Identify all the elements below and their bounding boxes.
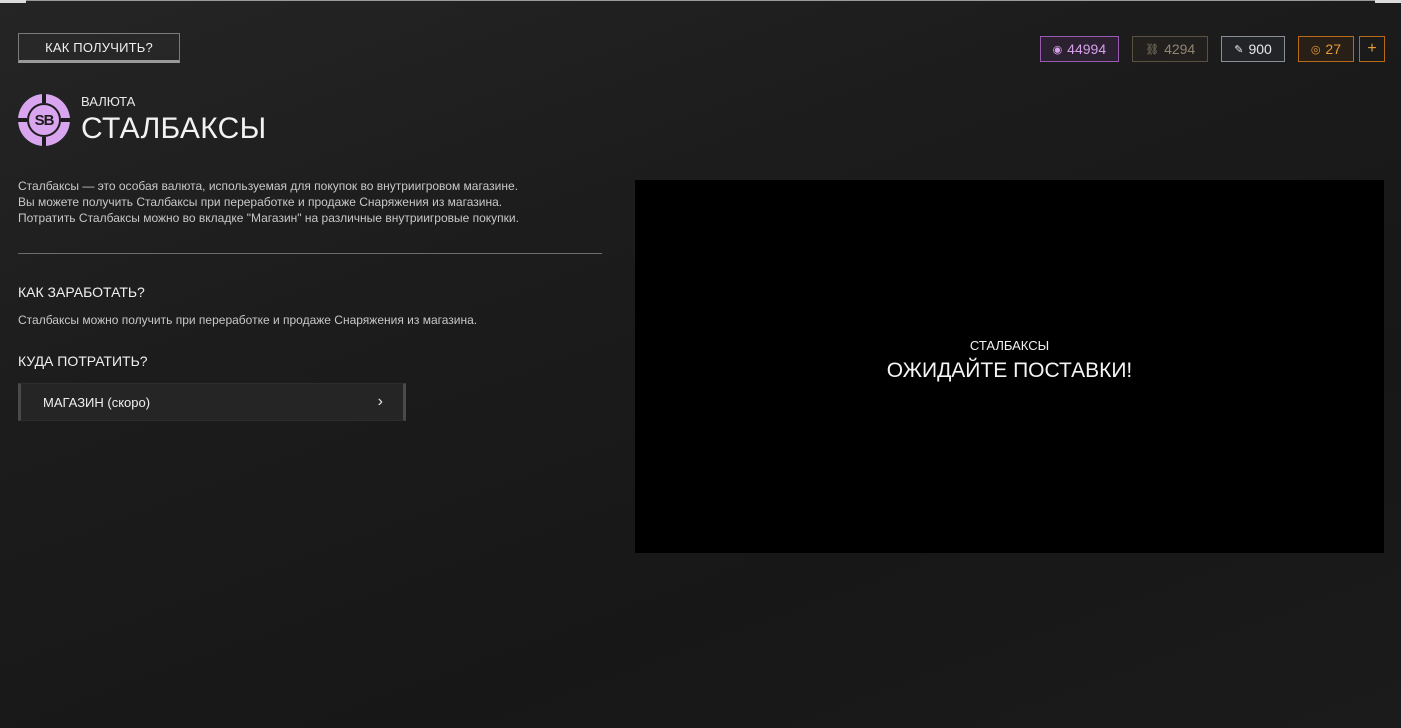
shop-link-label: МАГАЗИН (скоро) xyxy=(43,394,151,410)
currency-stalbucks-value: 44994 xyxy=(1067,41,1107,57)
top-frame-corner-left xyxy=(0,0,26,3)
description-line: Сталбаксы — это особая валюта, используе… xyxy=(18,179,518,193)
currency-tickets[interactable]: ✎ 900 xyxy=(1221,36,1285,62)
preview-subtitle: СТАЛБАКСЫ xyxy=(969,338,1050,353)
add-currency-button[interactable]: + xyxy=(1359,36,1385,62)
description-line: Потратить Сталбаксы можно во вкладке "Ма… xyxy=(18,211,519,225)
currency-coins[interactable]: ◎ 27 xyxy=(1297,36,1354,62)
currency-parts[interactable]: ⛓ 4294 xyxy=(1132,36,1209,62)
item-header: SB ВАЛЮТА СТАЛБАКСЫ xyxy=(18,94,266,146)
shop-link-item[interactable]: МАГАЗИН (скоро) › xyxy=(18,383,406,421)
currency-coins-value: 27 xyxy=(1325,41,1341,57)
top-frame-corner-right xyxy=(1375,0,1401,3)
page-title: СТАЛБАКСЫ xyxy=(81,112,267,145)
sc-coin-icon: ◎ xyxy=(1310,43,1321,56)
item-description: Сталбаксы — это особая валюта, используе… xyxy=(18,178,618,226)
earn-heading: КАК ЗАРАБОТАТЬ? xyxy=(18,284,145,300)
section-divider xyxy=(18,253,602,254)
currency-tickets-value: 900 xyxy=(1248,41,1272,57)
sb-coin-icon: ◉ xyxy=(1052,43,1063,56)
spend-heading: КУДА ПОТРАТИТЬ? xyxy=(18,353,148,369)
stalbucks-coin-icon: SB xyxy=(18,94,70,146)
description-line: Вы можете получить Сталбаксы при перераб… xyxy=(18,195,503,209)
how-to-get-button[interactable]: КАК ПОЛУЧИТЬ? xyxy=(18,33,180,63)
item-category: ВАЛЮТА xyxy=(81,94,136,109)
top-frame-line xyxy=(26,0,1377,1)
ticket-icon: ✎ xyxy=(1234,43,1244,56)
currency-parts-value: 4294 xyxy=(1164,41,1196,57)
currency-stalbucks[interactable]: ◉ 44994 xyxy=(1039,36,1120,62)
preview-panel: СТАЛБАКСЫ ОЖИДАЙТЕ ПОСТАВКИ! xyxy=(635,180,1384,553)
preview-title: ОЖИДАЙТЕ ПОСТАВКИ! xyxy=(886,359,1133,382)
stalbucks-coin-label: SB xyxy=(27,103,61,137)
earn-text: Сталбаксы можно получить при переработке… xyxy=(18,313,478,327)
chevron-right-icon: › xyxy=(377,393,383,410)
currency-bar: ◉ 44994 ⛓ 4294 ✎ 900 ◎ 27 + xyxy=(1039,36,1385,62)
chain-link-icon: ⛓ xyxy=(1145,43,1160,56)
